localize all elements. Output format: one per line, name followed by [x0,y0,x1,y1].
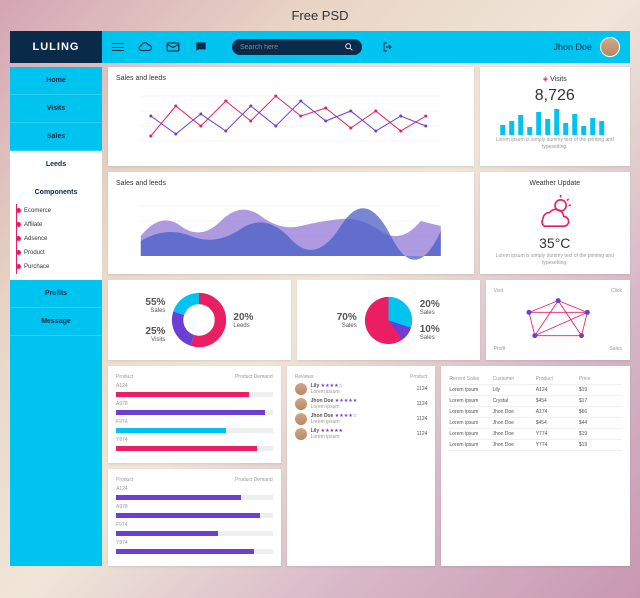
card-network: VisitClick ProfitSales [486,280,630,360]
review-row: Jhon Doe ★★★★☆Lorem ipsum1124 [295,413,428,425]
chat-icon[interactable] [194,40,208,54]
card-donut: 55%Sales 25%Visits 20%Leeds [108,280,291,360]
donut-stat-1: 25%Visits [145,326,165,343]
pie-stat-0: 70%Sales [337,312,357,329]
review-row: Lily ★★★★☆Lorem ipsum1124 [295,383,428,395]
card-pie: 70%Sales 20%Sales 10%Sales [297,280,480,360]
product-bar [116,531,273,536]
review-avatar [295,383,307,395]
page-heading: Free PSD [0,0,640,31]
product-bar [116,446,273,451]
product-bar [116,410,273,415]
sidebar-item-message[interactable]: Message [10,308,102,336]
sidebar-sub-adsence[interactable]: Adsence [24,232,102,246]
products1-header: ProductProduct Demand [116,374,273,380]
hamburger-icon[interactable] [112,43,124,51]
sidebar-sub-product[interactable]: Product [24,246,102,260]
product-row: A124 [116,383,273,389]
review-avatar [295,413,307,425]
weather-temp: 35°C [488,235,622,251]
visits-bar-chart [488,107,622,135]
table-row: Lorem ipsumJhon DoeY774$19 [449,429,622,440]
weather-icon [535,191,575,231]
product-row: F974 [116,522,273,528]
area-chart [116,191,466,261]
card-products-1: ProductProduct Demand A124 A978 F974 Y874 [108,366,281,463]
app-container: LULING Jhon Doe Home Visits Sales Leeds … [10,31,630,566]
donut-stat-2: 20%Leeds [233,312,253,329]
sidebar-item-components[interactable]: Components [10,179,102,198]
weather-sub: Lorem ipsum is simply dummy text of the … [488,253,622,266]
review-row: Jhon Doe ★★★★★Lorem ipsum1124 [295,398,428,410]
search-input[interactable] [240,44,344,51]
cloud-icon[interactable] [138,40,152,54]
sidebar-sub-ecomerce[interactable]: Ecomerce [24,204,102,218]
review-avatar [295,428,307,440]
product-bar [116,549,273,554]
sidebar-submenu: Ecomerce Affilate Adsence Product Purcha… [10,198,102,280]
card-reviews: ReviewsProduct Lily ★★★★☆Lorem ipsum1124… [287,366,436,566]
sidebar-sub-affilate[interactable]: Affilate [24,218,102,232]
table-row: Lorem ipsumJhon DoeA174$66 [449,407,622,418]
weather-title: Weather Update [488,180,622,187]
search-icon[interactable] [344,42,354,52]
review-row: Lily ★★★★★Lorem ipsum1124 [295,428,428,440]
user-area[interactable]: Jhon Doe [553,37,620,57]
card-visits: ◈ Visits 8,726 Lorem ipsum is simply dum… [480,67,630,166]
table-row: Lorem ipsumJhon DoeY774$19 [449,440,622,451]
topbar: LULING Jhon Doe [10,31,630,63]
visits-sub: Lorem ipsum is simply dummy text of the … [488,137,622,150]
review-avatar [295,398,307,410]
donut-chart [169,290,229,350]
search-wrap [232,39,362,55]
pie-chart [361,293,416,348]
sidebar-item-profits[interactable]: Profits [10,280,102,308]
reviews-header: ReviewsProduct [295,374,428,380]
card-area-chart: Sales and leeds [108,172,474,274]
product-row: Y874 [116,437,273,443]
topbar-main: Jhon Doe [102,31,630,63]
sidebar-sub-purchace[interactable]: Purchace [24,260,102,274]
sidebar-item-leeds[interactable]: Leeds [10,151,102,179]
avatar [600,37,620,57]
card-weather: Weather Update 35°C Lorem ipsum is simpl… [480,172,630,274]
table-row: Lorem ipsumJhon Doe$454$44 [449,418,622,429]
card-line-chart: Sales and leeds [108,67,474,166]
mail-icon[interactable] [166,40,180,54]
area-chart-title: Sales and leeds [116,180,466,187]
product-bar [116,513,273,518]
sidebar-item-home[interactable]: Home [10,67,102,95]
product-row: A978 [116,504,273,510]
content: Home Visits Sales Leeds Components Ecome… [10,67,630,566]
donut-stat-0: 55%Sales [145,297,165,314]
product-row: Y874 [116,540,273,546]
product-bar [116,392,273,397]
logout-icon[interactable] [382,41,394,53]
product-bar [116,495,273,500]
brand-logo[interactable]: LULING [10,31,102,63]
product-row: F974 [116,419,273,425]
visits-value: 8,726 [488,87,622,105]
line-chart-title: Sales and leeds [116,75,466,82]
product-bar [116,428,273,433]
network-labels-bottom: ProfitSales [494,346,622,352]
sidebar-item-sales[interactable]: Sales [10,123,102,151]
sidebar: Home Visits Sales Leeds Components Ecome… [10,67,102,566]
products2-header: ProductProduct Demand [116,477,273,483]
card-sales-table: Recent SalesCustomerProductPrice Lorem i… [441,366,630,566]
pie-stat-1: 20%Sales [420,299,440,316]
product-row: A978 [116,401,273,407]
pie-stat-2: 10%Sales [420,324,440,341]
username: Jhon Doe [553,42,592,52]
line-chart [116,86,466,156]
sales-table-header: Recent SalesCustomerProductPrice [449,374,622,385]
table-row: Lorem ipsumCrystal$454$17 [449,396,622,407]
visits-title: ◈ Visits [488,75,622,83]
main: Sales and leeds ◈ Visits 8,726 [108,67,630,566]
sidebar-item-visits[interactable]: Visits [10,95,102,123]
card-products-2: ProductProduct Demand A124 A978 F974 Y874 [108,469,281,566]
product-row: A124 [116,486,273,492]
table-row: Lorem ipsumLilyA124$19 [449,385,622,396]
network-chart [494,294,622,344]
